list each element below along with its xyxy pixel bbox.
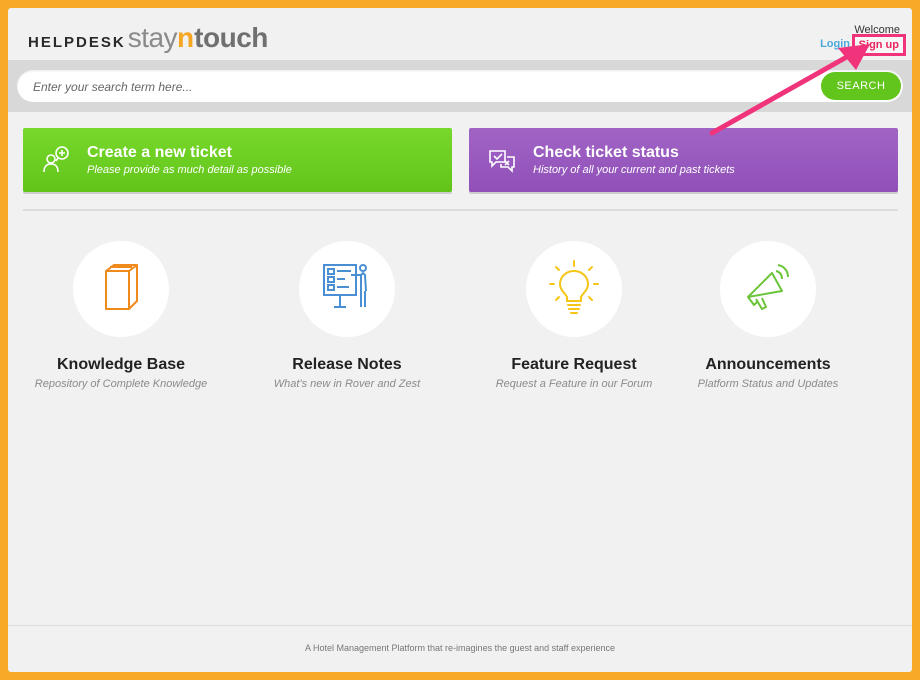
search-box: SEARCH [17, 70, 903, 104]
release-notes-title: Release Notes [292, 356, 402, 373]
book-icon [101, 261, 141, 318]
feature-request-subtitle: Request a Feature in our Forum [495, 378, 653, 390]
create-ticket-icon [41, 145, 71, 175]
logo-stay-text: stay [127, 22, 178, 53]
footer-tagline: A Hotel Management Platform that re-imag… [304, 643, 615, 653]
feature-request-icon-circle[interactable] [526, 241, 622, 337]
search-button[interactable]: SEARCH [821, 72, 901, 100]
ticket-status-icon [487, 145, 517, 175]
category-announcements[interactable]: Announcements Platform Status and Update… [668, 241, 868, 390]
category-knowledge-base[interactable]: Knowledge Base Repository of Complete Kn… [21, 241, 221, 390]
check-ticket-status-subtitle: History of all your current and past tic… [533, 164, 735, 176]
knowledge-base-icon-circle[interactable] [73, 241, 169, 337]
logo-helpdesk-text: HELPDESK [28, 34, 126, 51]
knowledge-base-title: Knowledge Base [56, 356, 186, 373]
section-divider [23, 209, 898, 211]
knowledge-base-subtitle: Repository of Complete Knowledge [34, 378, 208, 390]
presentation-icon [321, 261, 373, 318]
release-notes-icon-circle[interactable] [299, 241, 395, 337]
category-release-notes[interactable]: Release Notes What's new in Rover and Ze… [247, 241, 447, 390]
feature-request-title: Feature Request [511, 356, 637, 373]
megaphone-icon [742, 261, 794, 318]
announcements-title: Announcements [705, 356, 831, 373]
logo-n-text: n [177, 22, 195, 53]
logo-touch-text: touch [194, 22, 268, 53]
announcements-subtitle: Platform Status and Updates [697, 378, 839, 390]
lightbulb-icon [548, 259, 600, 320]
helpdesk-logo[interactable]: HELPDESK stay n touch [28, 22, 268, 53]
login-link[interactable]: Login [820, 38, 850, 50]
search-bar: SEARCH [8, 60, 912, 112]
release-notes-subtitle: What's new in Rover and Zest [273, 378, 421, 390]
signup-link[interactable]: Sign up [851, 34, 906, 56]
helpdesk-page: HELPDESK stay n touch Welcome Login Sign… [8, 8, 912, 672]
create-ticket-card[interactable]: Create a new ticket Please provide as mu… [23, 128, 452, 192]
check-ticket-status-card[interactable]: Check ticket status History of all your … [469, 128, 898, 192]
create-ticket-title: Create a new ticket [87, 144, 232, 161]
search-input[interactable] [31, 70, 795, 104]
create-ticket-subtitle: Please provide as much detail as possibl… [87, 164, 292, 176]
category-feature-request[interactable]: Feature Request Request a Feature in our… [474, 241, 674, 390]
footer-divider [8, 625, 912, 626]
announcements-icon-circle[interactable] [720, 241, 816, 337]
check-ticket-status-title: Check ticket status [533, 144, 679, 161]
